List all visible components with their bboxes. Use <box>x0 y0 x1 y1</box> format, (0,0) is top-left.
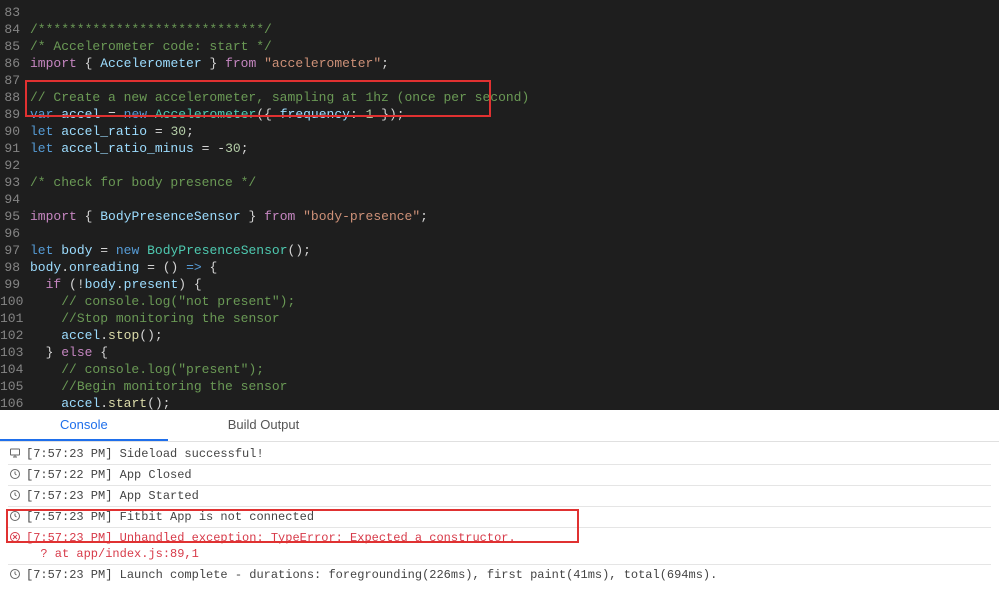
log-text: [7:57:23 PM] Sideload successful! <box>26 446 264 462</box>
line-number: 90 <box>0 123 26 140</box>
line-number: 91 <box>0 140 26 157</box>
line-number: 103 <box>0 344 26 361</box>
clock-icon <box>8 567 22 581</box>
line-number: 105 <box>0 378 26 395</box>
line-content: let accel_ratio = 30; <box>26 123 194 140</box>
code-line[interactable]: 84/*****************************/ <box>0 21 999 38</box>
line-number: 84 <box>0 21 26 38</box>
line-number: 85 <box>0 38 26 55</box>
code-line[interactable]: 102 accel.stop(); <box>0 327 999 344</box>
code-line[interactable]: 94 <box>0 191 999 208</box>
line-number: 95 <box>0 208 26 225</box>
code-editor[interactable]: 8384/*****************************/85/* … <box>0 0 999 410</box>
code-line[interactable]: 87 <box>0 72 999 89</box>
line-content: // Create a new accelerometer, sampling … <box>26 89 529 106</box>
log-text: [7:57:22 PM] App Closed <box>26 467 192 483</box>
console-log-line[interactable]: [7:57:23 PM] App Started <box>8 486 991 506</box>
code-line[interactable]: 85/* Accelerometer code: start */ <box>0 38 999 55</box>
line-content: /*****************************/ <box>26 21 272 38</box>
code-line[interactable]: 101 //Stop monitoring the sensor <box>0 310 999 327</box>
line-number: 98 <box>0 259 26 276</box>
code-line[interactable]: 91let accel_ratio_minus = -30; <box>0 140 999 157</box>
line-content: //Begin monitoring the sensor <box>26 378 287 395</box>
code-line[interactable]: 97let body = new BodyPresenceSensor(); <box>0 242 999 259</box>
console-output[interactable]: [7:57:23 PM] Sideload successful! [7:57:2… <box>0 442 999 589</box>
code-line[interactable]: 88// Create a new accelerometer, samplin… <box>0 89 999 106</box>
line-content: import { Accelerometer } from "accelerom… <box>26 55 389 72</box>
line-content: import { BodyPresenceSensor } from "body… <box>26 208 428 225</box>
code-line[interactable]: 103 } else { <box>0 344 999 361</box>
code-line[interactable]: 89var accel = new Accelerometer({ freque… <box>0 106 999 123</box>
log-text: [7:57:23 PM] App Started <box>26 488 199 504</box>
line-number: 97 <box>0 242 26 259</box>
clock-icon <box>8 467 22 481</box>
line-content: let accel_ratio_minus = -30; <box>26 140 249 157</box>
code-line[interactable]: 90let accel_ratio = 30; <box>0 123 999 140</box>
line-number: 102 <box>0 327 26 344</box>
line-content: /* check for body presence */ <box>26 174 256 191</box>
code-line[interactable]: 93/* check for body presence */ <box>0 174 999 191</box>
line-number: 94 <box>0 191 26 208</box>
log-text: [7:57:23 PM] Fitbit App is not connected <box>26 509 314 525</box>
bottom-panel: Console Build Output [7:57:23 PM] Sidelo… <box>0 410 999 589</box>
console-log-line[interactable]: [7:57:22 PM] App Closed <box>8 465 991 485</box>
line-number: 92 <box>0 157 26 174</box>
line-content: accel.stop(); <box>26 327 163 344</box>
code-line[interactable]: 96 <box>0 225 999 242</box>
line-content: var accel = new Accelerometer({ frequenc… <box>26 106 405 123</box>
tab-build-output[interactable]: Build Output <box>168 410 360 441</box>
monitor-icon <box>8 446 22 460</box>
code-line[interactable]: 105 //Begin monitoring the sensor <box>0 378 999 395</box>
line-content <box>26 72 30 89</box>
tab-console[interactable]: Console <box>0 410 168 441</box>
console-log-line[interactable]: [7:57:23 PM] Fitbit App is not connected <box>8 507 991 527</box>
line-number: 88 <box>0 89 26 106</box>
line-content: //Stop monitoring the sensor <box>26 310 280 327</box>
code-line[interactable]: 92 <box>0 157 999 174</box>
line-content: } else { <box>26 344 108 361</box>
line-content: body.onreading = () => { <box>26 259 217 276</box>
code-line[interactable]: 100 // console.log("not present"); <box>0 293 999 310</box>
code-line[interactable]: 99 if (!body.present) { <box>0 276 999 293</box>
line-number: 83 <box>0 4 26 21</box>
line-content <box>26 157 30 174</box>
code-line[interactable]: 104 // console.log("present"); <box>0 361 999 378</box>
error-icon <box>8 530 22 544</box>
line-content <box>26 4 30 21</box>
line-number: 87 <box>0 72 26 89</box>
line-content: // console.log("not present"); <box>26 293 295 310</box>
code-line[interactable]: 98body.onreading = () => { <box>0 259 999 276</box>
line-content: // console.log("present"); <box>26 361 264 378</box>
panel-tabs: Console Build Output <box>0 410 999 442</box>
code-line[interactable]: 83 <box>0 4 999 21</box>
line-number: 96 <box>0 225 26 242</box>
log-text: [7:57:23 PM] Launch complete - durations… <box>26 567 717 583</box>
log-text: [7:57:23 PM] Unhandled exception: TypeEr… <box>26 530 516 562</box>
console-log-line[interactable]: [7:57:23 PM] Unhandled exception: TypeEr… <box>8 528 991 564</box>
line-number: 89 <box>0 106 26 123</box>
clock-icon <box>8 488 22 502</box>
console-log-line[interactable]: [7:57:23 PM] Launch complete - durations… <box>8 565 991 585</box>
line-number: 101 <box>0 310 26 327</box>
console-log-line[interactable]: [7:57:23 PM] Sideload successful! <box>8 444 991 464</box>
line-content <box>26 191 30 208</box>
line-content: /* Accelerometer code: start */ <box>26 38 272 55</box>
code-line[interactable]: 95import { BodyPresenceSensor } from "bo… <box>0 208 999 225</box>
line-number: 100 <box>0 293 26 310</box>
line-number: 104 <box>0 361 26 378</box>
line-number: 86 <box>0 55 26 72</box>
line-content: if (!body.present) { <box>26 276 202 293</box>
line-number: 93 <box>0 174 26 191</box>
clock-icon <box>8 509 22 523</box>
line-number: 99 <box>0 276 26 293</box>
line-content <box>26 225 30 242</box>
code-line[interactable]: 86import { Accelerometer } from "acceler… <box>0 55 999 72</box>
line-content: let body = new BodyPresenceSensor(); <box>26 242 311 259</box>
